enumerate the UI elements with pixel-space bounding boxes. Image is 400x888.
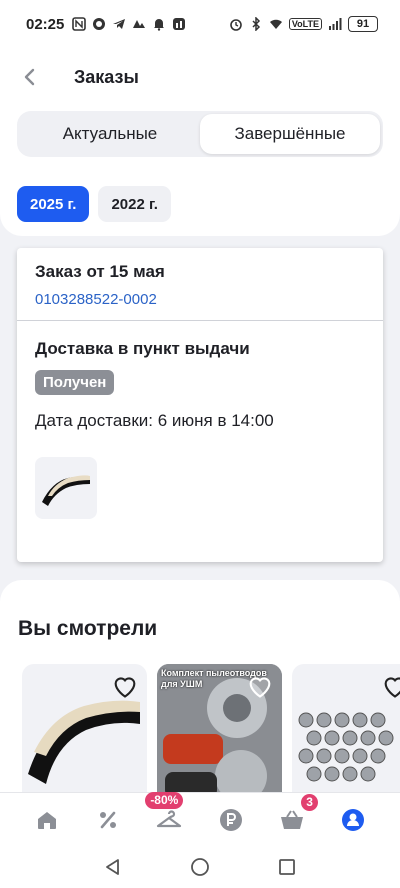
nfc-icon [72,17,87,31]
product-carousel: Комплект пылеотводов для УШМ [22,664,400,804]
home-icon [37,811,56,829]
clock: 02:25 [26,15,65,33]
notification-icons [72,17,186,31]
hanger-icon [157,809,182,827]
battery-indicator: 91 [348,16,378,32]
tab-completed[interactable]: Завершённые [200,114,380,154]
header: Заказы [0,48,400,106]
nav-promo[interactable] [88,800,128,840]
recents-square-icon[interactable] [277,857,297,877]
back-button[interactable] [0,48,60,106]
app-icon [133,20,146,28]
discount-badge: -80% [145,791,184,809]
delivery-date: Дата доставки: 6 июня в 14:00 [35,411,274,430]
heart-icon[interactable] [246,672,274,700]
heart-icon[interactable] [381,672,400,700]
product-card[interactable] [22,664,147,804]
bluetooth-icon [252,17,260,31]
order-card[interactable]: Заказ от 15 мая 0103288522-0002 Доставка… [17,248,383,562]
network-type: VoLTE [288,18,322,30]
nav-profile[interactable] [333,800,373,840]
wifi-icon [269,19,282,29]
chevron-left-icon [24,68,35,86]
ruble-icon [219,808,242,831]
stats-icon [173,18,186,30]
product-card[interactable] [292,664,400,804]
filters-panel: Актуальные Завершённые 2025 г. 2022 г. [0,106,400,236]
order-header: Заказ от 15 мая 0103288522-0002 [17,248,383,321]
bottom-navigation: -80% 3 [0,791,400,846]
nav-fashion[interactable]: -80% [145,791,189,840]
system-icons: VoLTE 91 [229,16,378,32]
status-bar: 02:25 VoLTE 91 [0,0,400,48]
cart-icon [280,809,303,829]
page-title: Заказы [74,66,139,87]
year-chip-2022[interactable]: 2022 г. [98,186,171,222]
year-chip-2025[interactable]: 2025 г. [17,186,90,222]
profile-icon [342,808,365,831]
cart-count-badge: 3 [301,793,318,811]
nav-cart[interactable]: 3 [272,793,318,840]
signal-icon [329,18,342,30]
delivery-type: Доставка в пункт выдачи [35,339,250,358]
order-body: Доставка в пункт выдачи Получен Дата дос… [17,321,383,519]
section-title: Вы смотрели [18,617,158,640]
nav-home[interactable] [27,800,67,840]
back-triangle-icon[interactable] [103,857,123,877]
bell-icon [154,19,165,31]
orders-tabs: Актуальные Завершённые [17,111,383,157]
percent-icon [99,811,116,828]
product-thumbnail[interactable] [35,457,97,519]
telegram-icon [113,19,126,29]
nav-payments[interactable] [211,800,251,840]
home-circle-icon[interactable] [190,857,210,877]
recently-viewed-section: Вы смотрели Комплект пылеотводов для УШМ [0,580,400,820]
tab-current[interactable]: Актуальные [20,114,200,154]
order-title: Заказ от 15 мая [35,262,165,281]
year-filter: 2025 г. 2022 г. [17,186,171,222]
alarm-icon [230,19,242,31]
status-badge: Получен [35,370,115,395]
heart-icon[interactable] [111,672,139,700]
chat-icon [93,18,106,30]
order-number[interactable]: 0103288522-0002 [35,291,365,308]
system-navigation [0,846,400,888]
product-card[interactable]: Комплект пылеотводов для УШМ [157,664,282,804]
brush-strip-image [42,475,90,506]
